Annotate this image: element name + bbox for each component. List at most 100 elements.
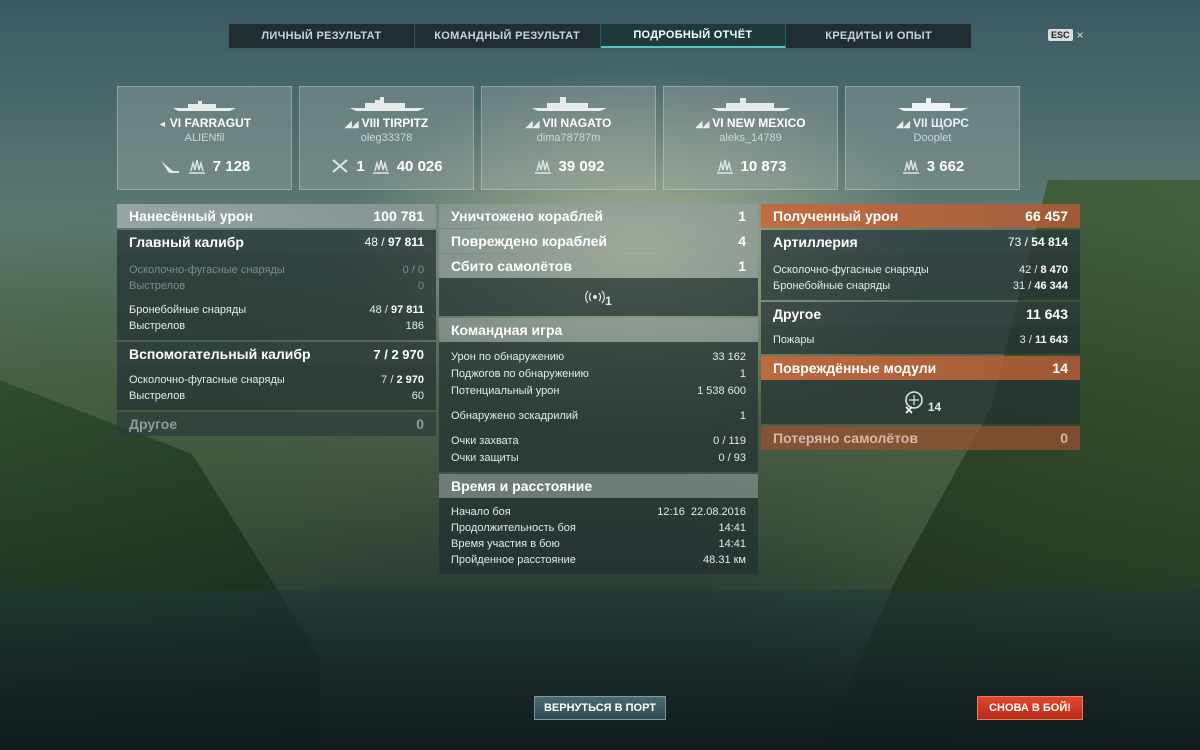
- ship-card-tirpitz[interactable]: ◢◢ VIII TIRPITZ oleg33378 1 40 026: [299, 86, 474, 190]
- main-battery-value: 97 811: [387, 235, 424, 249]
- main-battery-header: Главный калибр 48 / 97 811: [117, 230, 436, 254]
- class-battleship-icon: ◢◢: [344, 119, 359, 129]
- damage-received-title: Полученный урон: [773, 208, 899, 224]
- cruiser-silhouette-icon: [898, 98, 968, 111]
- damage-icon: [902, 159, 919, 174]
- damage-value: 7 128: [212, 157, 251, 175]
- ship-name: VI NEW MEXICO: [712, 116, 806, 130]
- ships-destroyed-label: Уничтожено кораблей: [451, 208, 603, 224]
- spotting-fires-row: Поджогов по обнаружению 1: [451, 367, 746, 380]
- damage-icon: [716, 159, 733, 174]
- received-he-row: Осколочно-фугасные снаряды 42 / 8 470: [773, 264, 1068, 276]
- tab-detailed-report[interactable]: ПОДРОБНЫЙ ОТЧЁТ: [600, 24, 787, 48]
- battle-start-row: Начало боя 12:16 22.08.2016: [451, 506, 746, 518]
- received-other-value: 11 643: [1025, 306, 1068, 322]
- he-shots-row: Выстрелов 0: [129, 280, 424, 292]
- close-button[interactable]: ESC ×: [1048, 28, 1084, 42]
- received-other-details: Пожары 3 / 11 643: [761, 326, 1080, 354]
- ships-destroyed-value: 1: [738, 208, 746, 224]
- damage-received-header: Полученный урон 66 457: [761, 204, 1080, 228]
- battleship-silhouette-icon: [350, 97, 425, 111]
- tab-team-result[interactable]: КОМАНДНЫЙ РЕЗУЛЬТАТ: [415, 24, 601, 48]
- ship-card-farragut[interactable]: ◄ VI FARRAGUT ALIENfil 7 128: [117, 86, 292, 190]
- class-battleship-icon: ◢◢: [525, 119, 540, 129]
- ap-shells-row: Бронебойные снаряды 48 / 97 811: [129, 304, 424, 316]
- tab-personal-result[interactable]: ЛИЧНЫЙ РЕЗУЛЬТАТ: [229, 24, 415, 48]
- class-destroyer-icon: ◄: [157, 119, 167, 129]
- main-battery-details: Осколочно-фугасные снаряды 0 / 0 Выстрело…: [117, 254, 436, 340]
- artillery-value: 54 814: [1031, 235, 1068, 249]
- ship-card-shchors[interactable]: ◢◢ VII ЩОРС Dooplet 3 662: [845, 86, 1020, 190]
- destroyed-icon: [332, 159, 349, 173]
- class-cruiser-icon: ◢◢: [896, 119, 910, 129]
- ship-card-nagato[interactable]: ◢◢ VII NAGATO dima78787m 39 092: [481, 86, 656, 190]
- spotting-damage-row: Урон по обнаружению 33 162: [451, 350, 746, 363]
- battleship-silhouette-icon: [712, 98, 791, 111]
- close-icon: ×: [1076, 28, 1084, 42]
- damage-icon: [188, 159, 205, 174]
- he-shells-row: Осколочно-фугасные снаряды 0 / 0: [129, 264, 424, 276]
- damage-dealt-header: Нанесённый урон 100 781: [117, 204, 436, 228]
- damaged-modules-label: Повреждённые модули: [773, 360, 937, 376]
- secondary-he-row: Осколочно-фугасные снаряды 7 / 2 970: [129, 374, 424, 386]
- distance-row: Пройденное расстояние 48.31 км: [451, 554, 746, 566]
- damage-value: 39 092: [558, 157, 605, 175]
- ap-shots-row: Выстрелов 186: [129, 320, 424, 332]
- damaged-modules-icon-area: 14: [761, 380, 1080, 424]
- ship-name: VII NAGATO: [542, 116, 612, 130]
- battle-stats-panel: Уничтожено кораблей 1 Повреждено корабле…: [439, 204, 758, 574]
- planes-lost-value: 0: [1060, 430, 1068, 446]
- main-battery-label: Главный калибр: [129, 234, 244, 250]
- damage-received-panel: Полученный урон 66 457 Артиллерия 73 / 5…: [761, 204, 1080, 450]
- ship-card-new-mexico[interactable]: ◢◢ VI NEW MEXICO aleks_14789 10 873: [663, 86, 838, 190]
- esc-key-badge: ESC: [1048, 29, 1073, 41]
- secondary-shots-row: Выстрелов 60: [129, 390, 424, 402]
- damaged-module-icon: [905, 391, 923, 414]
- class-battleship-icon: ◢◢: [695, 119, 710, 129]
- squadrons-spotted-row: Обнаружено эскадрилий 1: [451, 409, 746, 422]
- damage-value: 3 662: [926, 157, 965, 175]
- battle-again-button[interactable]: СНОВА В БОЙ!: [977, 696, 1083, 720]
- background-sea: [0, 590, 1200, 750]
- tab-credits-xp[interactable]: КРЕДИТЫ И ОПЫТ: [786, 24, 971, 48]
- damaged-modules-value: 14: [1052, 360, 1068, 376]
- planes-lost-header: Потеряно самолётов 0: [761, 426, 1080, 450]
- return-to-port-button[interactable]: ВЕРНУТЬСЯ В ПОРТ: [534, 696, 666, 720]
- secondary-battery-header: Вспомогательный калибр 7 / 2 970: [117, 342, 436, 366]
- planes-shot-down-header: Сбито самолётов 1: [439, 254, 758, 278]
- damage-dealt-panel: Нанесённый урон 100 781 Главный калибр 4…: [117, 204, 436, 436]
- time-distance-title: Время и расстояние: [451, 478, 593, 494]
- ship-name: VI FARRAGUT: [169, 116, 252, 130]
- torpedo-hit-icon: [160, 161, 179, 173]
- main-battery-hits: 48: [364, 235, 378, 249]
- capture-points-row: Очки захвата 0 / 119: [451, 434, 746, 447]
- artillery-hits: 73: [1007, 235, 1022, 249]
- spotted-icon-area: 1: [439, 278, 758, 316]
- damage-received-total: 66 457: [1025, 208, 1068, 224]
- ship-name: VIII TIRPITZ: [361, 116, 429, 130]
- other-damage-label: Другое: [129, 416, 178, 432]
- secondary-battery-label: Вспомогательный калибр: [129, 346, 311, 362]
- damaged-modules-count: 14: [927, 400, 942, 414]
- secondary-battery-details: Осколочно-фугасные снаряды 7 / 2 970 Выст…: [117, 366, 436, 410]
- time-distance-details: Начало боя 12:16 22.08.2016 Продолжительн…: [439, 498, 758, 574]
- time-distance-header: Время и расстояние: [439, 474, 758, 498]
- secondary-battery-value: 2 970: [391, 346, 424, 362]
- player-name: dima78787m: [536, 132, 601, 144]
- artillery-header: Артиллерия 73 / 54 814: [761, 230, 1080, 254]
- participation-time-row: Время участия в бою 14:41: [451, 538, 746, 550]
- damage-icon: [534, 159, 551, 174]
- player-name: ALIENfil: [184, 132, 225, 144]
- ships-damaged-value: 4: [738, 233, 746, 249]
- damaged-modules-header: Повреждённые модули 14: [761, 356, 1080, 380]
- planes-shot-down-label: Сбито самолётов: [451, 258, 572, 274]
- report-tabs: ЛИЧНЫЙ РЕЗУЛЬТАТ КОМАНДНЫЙ РЕЗУЛЬТАТ ПОД…: [228, 23, 972, 49]
- team-play-header: Командная игра: [439, 318, 758, 342]
- planes-lost-label: Потеряно самолётов: [773, 430, 918, 446]
- planes-shot-down-value: 1: [738, 258, 746, 274]
- artillery-details: Осколочно-фугасные снаряды 42 / 8 470 Бро…: [761, 254, 1080, 300]
- secondary-battery-hits: 7: [373, 346, 381, 362]
- artillery-label: Артиллерия: [773, 234, 858, 250]
- other-damage-header: Другое 0: [117, 412, 436, 436]
- battleship-silhouette-icon: [532, 97, 607, 111]
